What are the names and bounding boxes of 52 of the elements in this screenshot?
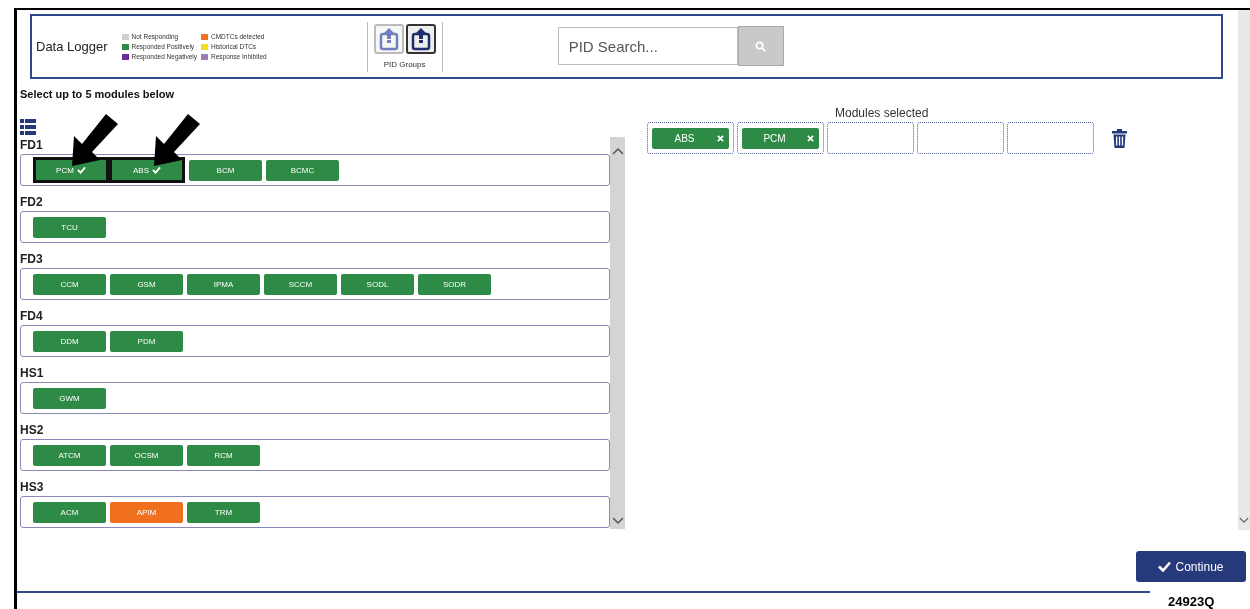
trash-icon[interactable] <box>1112 128 1127 148</box>
scroll-up-icon[interactable] <box>611 147 624 155</box>
module-button[interactable]: ACM <box>33 501 106 523</box>
module-button[interactable]: IPMA <box>187 273 260 295</box>
remove-icon[interactable] <box>807 134 814 142</box>
group-label: HS2 <box>20 422 45 439</box>
scroll-down-icon[interactable] <box>611 517 624 525</box>
figure-code: 24923Q <box>1168 594 1215 609</box>
scrollbar[interactable] <box>610 137 625 529</box>
selected-module-chip[interactable]: ABS <box>652 127 729 149</box>
upload-box-icon <box>378 27 399 51</box>
module-button[interactable]: SODR <box>418 273 491 295</box>
module-button[interactable]: OCSM <box>110 444 183 466</box>
pid-search-field[interactable]: PID Search... <box>557 27 738 65</box>
check-icon <box>76 166 86 174</box>
module-button[interactable]: ABS <box>109 157 185 183</box>
page-scrollbar[interactable] <box>1238 10 1250 530</box>
module-button[interactable]: BCM <box>189 159 262 181</box>
module-button[interactable]: SCCM <box>264 273 337 295</box>
selected-module-chip[interactable]: PCM <box>742 127 819 149</box>
instruction-text: Select up to 5 modules below <box>20 88 176 100</box>
group-label: FD4 <box>20 308 44 325</box>
modules-selected-title: Modules selected <box>835 106 930 120</box>
pid-group-button[interactable] <box>405 24 436 54</box>
module-button[interactable]: DDM <box>33 330 106 352</box>
module-button[interactable]: GSM <box>110 273 183 295</box>
check-icon <box>1158 561 1172 572</box>
group-label: FD3 <box>20 251 44 268</box>
list-view-icon[interactable] <box>20 119 36 135</box>
group-label: FD1 <box>20 137 44 154</box>
module-button[interactable]: ATCM <box>33 444 106 466</box>
module-button[interactable]: TRM <box>187 501 260 523</box>
module-button[interactable]: PCM <box>33 157 109 183</box>
search-icon <box>755 40 767 52</box>
group-label: FD2 <box>20 194 44 211</box>
app-title: Data Logger <box>36 39 108 54</box>
continue-button[interactable]: Continue <box>1136 551 1246 582</box>
module-button[interactable]: APIM <box>110 501 183 523</box>
group-label: HS1 <box>20 365 45 382</box>
upload-box-icon <box>410 27 431 51</box>
pid-groups-label: PID Groups <box>383 60 426 69</box>
module-button[interactable]: GWM <box>33 387 106 409</box>
group-label: HS3 <box>20 479 45 496</box>
remove-icon[interactable] <box>717 134 724 142</box>
module-button[interactable]: RCM <box>187 444 260 466</box>
module-button[interactable]: CCM <box>33 273 106 295</box>
module-button[interactable]: SODL <box>341 273 414 295</box>
module-button[interactable]: BCMC <box>266 159 339 181</box>
module-button[interactable]: TCU <box>33 216 106 238</box>
module-button[interactable]: PDM <box>110 330 183 352</box>
scroll-down-icon[interactable] <box>1239 517 1249 524</box>
check-icon <box>152 166 161 174</box>
